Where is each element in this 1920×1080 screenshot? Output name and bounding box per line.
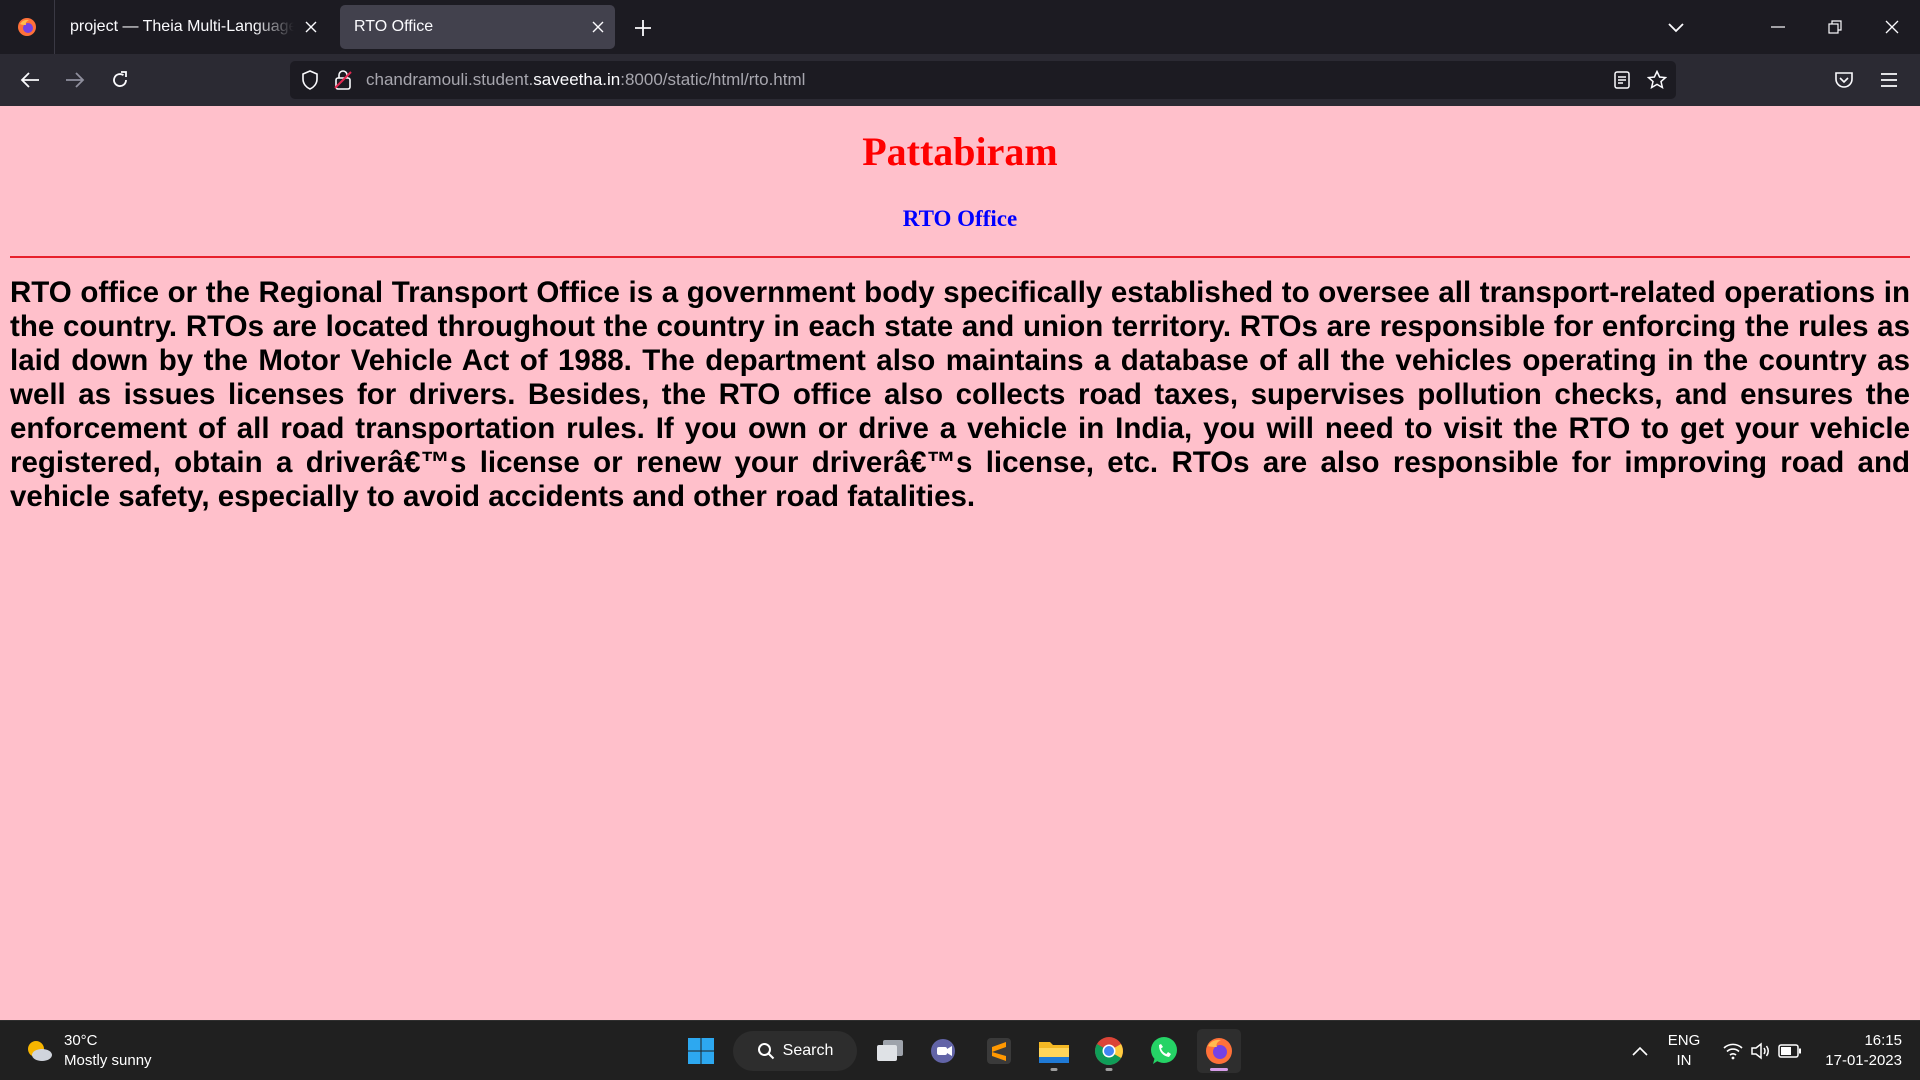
- task-view-icon: [877, 1040, 903, 1061]
- restore-icon: [1828, 20, 1842, 34]
- tab-close-button[interactable]: [294, 10, 328, 44]
- tracking-protection-shield-icon[interactable]: [298, 68, 322, 92]
- firefox-view-button[interactable]: [0, 0, 55, 54]
- file-explorer-button[interactable]: [1032, 1029, 1076, 1073]
- pocket-icon: [1835, 72, 1853, 88]
- window-close-button[interactable]: [1864, 0, 1920, 54]
- folder-icon: [1039, 1042, 1069, 1063]
- url-suffix: :8000/static/html/rto.html: [620, 70, 806, 89]
- clock[interactable]: 16:15 17-01-2023: [1812, 1031, 1902, 1071]
- running-indicator: [1105, 1068, 1113, 1071]
- address-bar[interactable]: chandramouli.student.saveetha.in:8000/st…: [290, 61, 1676, 99]
- tab-close-button[interactable]: [581, 10, 615, 44]
- whatsapp-button[interactable]: [1142, 1029, 1186, 1073]
- application-menu-button[interactable]: [1871, 62, 1907, 98]
- teams-chat-icon: [931, 1039, 955, 1063]
- insecure-lock-icon[interactable]: [331, 68, 355, 92]
- tab-theia-project[interactable]: project — Theia Multi-Language Ex: [56, 5, 328, 49]
- new-tab-button[interactable]: [625, 10, 661, 46]
- weather-temperature: 30°C: [64, 1032, 98, 1049]
- keyboard-region: IN: [1676, 1052, 1692, 1069]
- weather-condition: Mostly sunny: [64, 1052, 152, 1069]
- quick-settings-button[interactable]: [1714, 1029, 1810, 1073]
- navigation-toolbar: chandramouli.student.saveetha.in:8000/st…: [0, 54, 1920, 106]
- start-button[interactable]: [679, 1029, 723, 1073]
- tab-strip: project — Theia Multi-Language Ex RTO Of…: [0, 0, 1920, 54]
- wifi-icon: [1723, 1043, 1743, 1060]
- taskbar-search-button[interactable]: Search: [733, 1031, 857, 1071]
- back-button[interactable]: [12, 62, 48, 98]
- horizontal-rule: [10, 256, 1910, 258]
- minimize-icon: [1771, 26, 1785, 28]
- firefox-taskbar-button[interactable]: [1197, 1029, 1241, 1073]
- show-hidden-icons-button[interactable]: [1622, 1029, 1658, 1073]
- page-paragraph: RTO office or the Regional Transport Off…: [10, 276, 1910, 513]
- tab-rto-office[interactable]: RTO Office: [340, 5, 615, 49]
- close-icon: [1885, 20, 1899, 34]
- forward-button[interactable]: [57, 62, 93, 98]
- tab-label: RTO Office: [354, 18, 434, 35]
- running-indicator: [1050, 1068, 1058, 1071]
- clock-date: 17-01-2023: [1825, 1052, 1902, 1069]
- url-prefix: chandramouli.student.: [366, 70, 534, 89]
- minimize-button[interactable]: [1750, 0, 1806, 54]
- language-indicator[interactable]: ENG IN: [1664, 1031, 1704, 1071]
- tab-label: project — Theia Multi-Language Ex: [70, 18, 294, 35]
- reload-button[interactable]: [102, 62, 138, 98]
- arrow-left-icon: [20, 72, 39, 88]
- page-subheading: RTO Office: [902, 206, 1018, 231]
- close-icon: [592, 21, 604, 33]
- sublime-text-button[interactable]: [977, 1029, 1021, 1073]
- clock-time: 16:15: [1864, 1032, 1902, 1049]
- reload-icon: [113, 71, 127, 87]
- firefox-icon: [18, 18, 36, 36]
- whatsapp-icon: [1151, 1037, 1177, 1064]
- close-icon: [305, 21, 317, 33]
- hamburger-menu-icon: [1881, 73, 1897, 87]
- chevron-down-icon: [1668, 23, 1684, 33]
- volume-icon: [1751, 1042, 1769, 1060]
- page-viewport: Pattabiram RTO Office RTO office or the …: [0, 106, 1920, 1020]
- battery-icon: [1778, 1044, 1801, 1058]
- plus-icon: [635, 20, 651, 36]
- windows-taskbar: 30°C Mostly sunny Search ENG IN 16:15 17…: [0, 1020, 1920, 1080]
- page-heading: Pattabiram: [862, 129, 1058, 174]
- windows-logo-icon: [688, 1038, 714, 1064]
- teams-chat-button[interactable]: [922, 1029, 966, 1073]
- partly-sunny-icon: [28, 1041, 52, 1061]
- url-text[interactable]: chandramouli.student.saveetha.in:8000/st…: [366, 61, 805, 99]
- task-view-button[interactable]: [868, 1029, 912, 1073]
- active-indicator: [1210, 1068, 1228, 1071]
- firefox-icon: [1206, 1038, 1232, 1064]
- list-all-tabs-button[interactable]: [1656, 8, 1696, 48]
- chrome-button[interactable]: [1087, 1029, 1131, 1073]
- pocket-button[interactable]: [1826, 62, 1862, 98]
- search-label: Search: [782, 1042, 834, 1059]
- sublime-text-icon: [987, 1038, 1011, 1064]
- reader-view-icon[interactable]: [1610, 68, 1634, 92]
- search-icon: [757, 1043, 774, 1060]
- url-host: saveetha.in: [533, 70, 621, 89]
- chevron-up-icon: [1632, 1046, 1648, 1056]
- bookmark-star-icon[interactable]: [1645, 68, 1669, 92]
- arrow-right-icon: [66, 72, 85, 88]
- language-code: ENG: [1667, 1032, 1701, 1049]
- weather-widget[interactable]: 30°C Mostly sunny: [24, 1029, 152, 1073]
- chrome-icon: [1095, 1037, 1123, 1066]
- restore-button[interactable]: [1807, 0, 1863, 54]
